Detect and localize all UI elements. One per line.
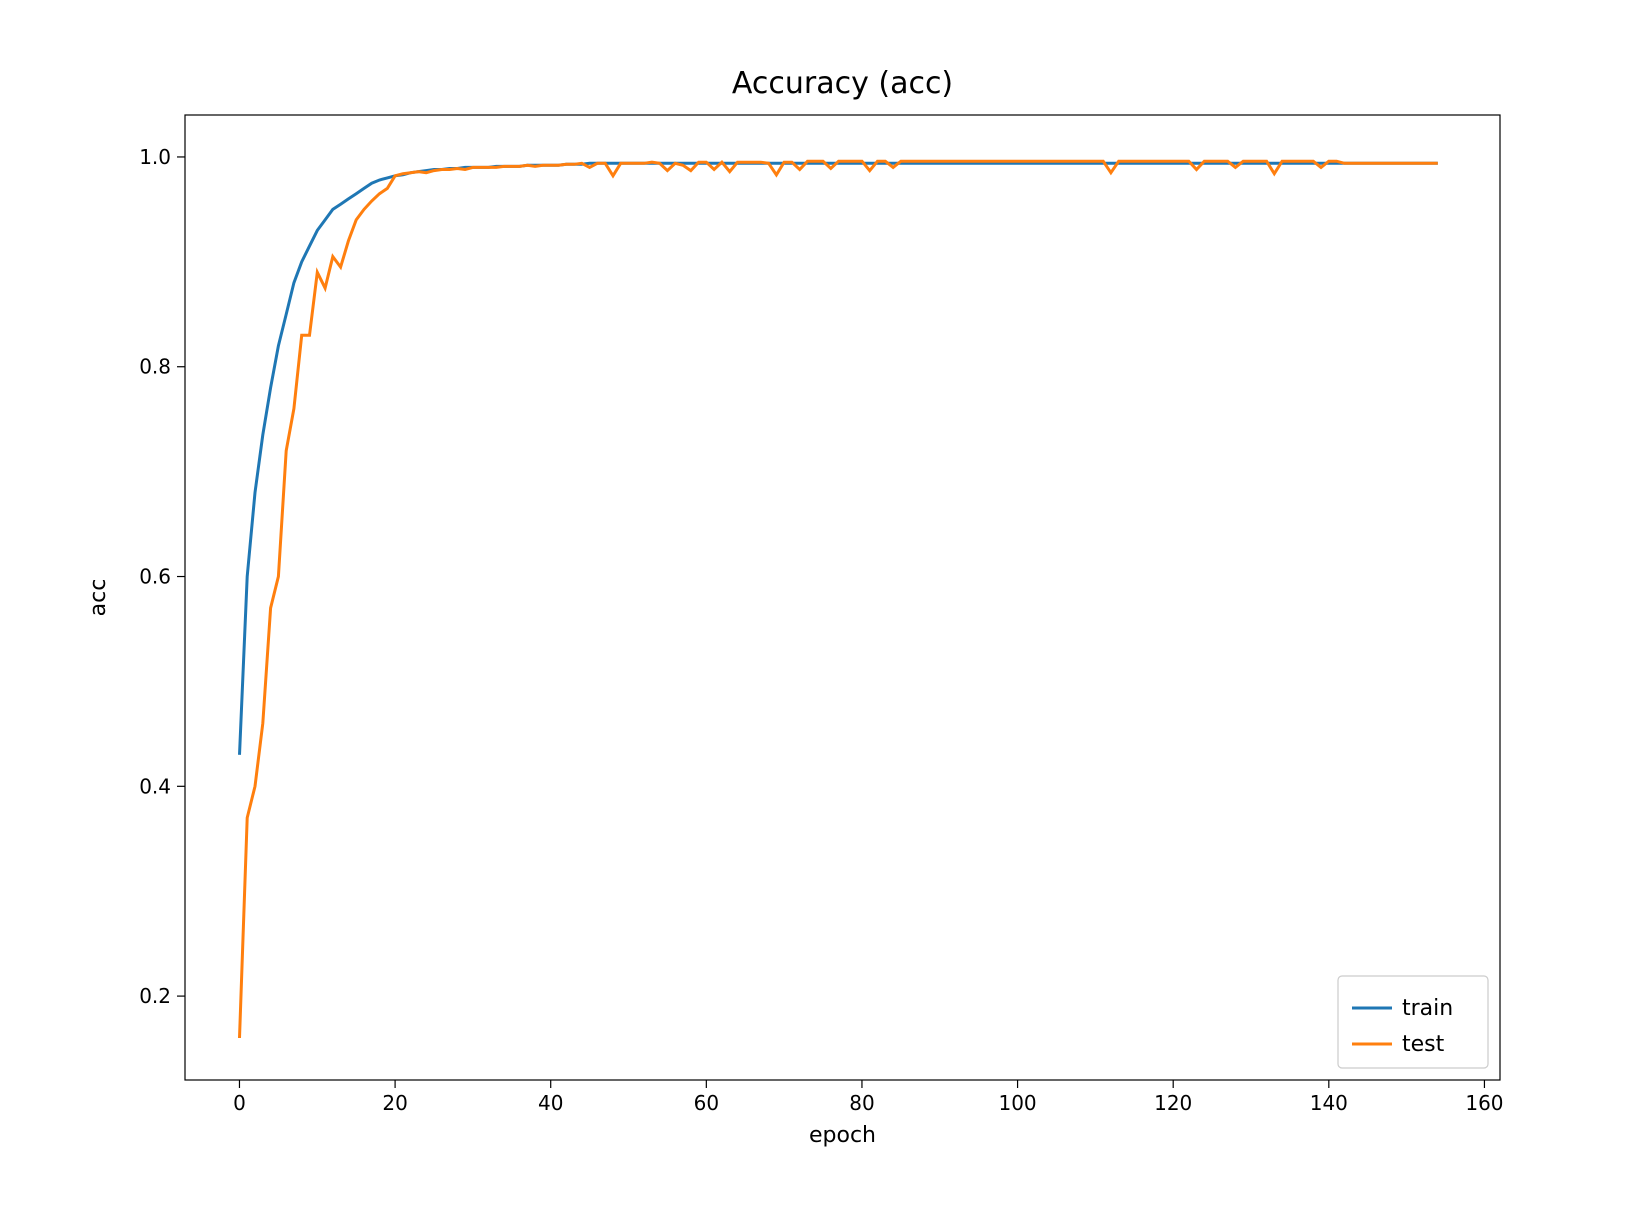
y-axis-label: acc [86, 579, 111, 617]
line-series-test [240, 161, 1438, 1038]
y-axis-ticks: 0.2 0.4 0.6 0.8 1.0 [139, 145, 185, 1008]
line-series-train [240, 163, 1438, 755]
legend: train test [1338, 976, 1488, 1068]
plot-area [185, 115, 1500, 1080]
accuracy-line-chart: 0 20 40 60 80 100 120 140 160 0.2 0.4 0.6 0.8 1.0 Ac… [0, 0, 1638, 1228]
x-tick-label: 80 [849, 1091, 874, 1115]
y-tick-label: 0.4 [139, 774, 171, 798]
x-tick-label: 140 [1310, 1091, 1348, 1115]
x-tick-label: 100 [998, 1091, 1036, 1115]
x-axis-ticks: 0 20 40 60 80 100 120 140 160 [233, 1080, 1503, 1115]
x-tick-label: 120 [1154, 1091, 1192, 1115]
legend-label: train [1402, 996, 1453, 1021]
y-tick-label: 0.8 [139, 355, 171, 379]
chart-title: Accuracy (acc) [732, 66, 953, 101]
legend-label: test [1402, 1032, 1445, 1057]
y-tick-label: 0.2 [139, 984, 171, 1008]
x-tick-label: 160 [1465, 1091, 1503, 1115]
x-axis-label: epoch [809, 1123, 876, 1148]
x-tick-label: 60 [694, 1091, 719, 1115]
x-tick-label: 20 [382, 1091, 407, 1115]
x-tick-label: 40 [538, 1091, 563, 1115]
x-tick-label: 0 [233, 1091, 246, 1115]
y-tick-label: 1.0 [139, 145, 171, 169]
y-tick-label: 0.6 [139, 565, 171, 589]
